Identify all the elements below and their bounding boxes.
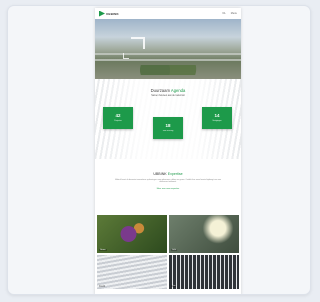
- stats-title-plain: Duurzaam: [150, 88, 170, 93]
- site-header: UBBINK NL Menu: [95, 8, 241, 19]
- hero-rail: [95, 53, 241, 55]
- stat-value: 14: [214, 113, 220, 118]
- website-preview[interactable]: UBBINK NL Menu Duurzaam Agenda Samen bou…: [95, 8, 241, 294]
- stat-value: 42: [115, 113, 121, 118]
- stats-section: Duurzaam Agenda Samen bouwen aan de toek…: [95, 79, 241, 159]
- stat-card: 14 Vestigingen: [202, 107, 232, 129]
- hero-rail: [95, 59, 241, 61]
- expertise-link[interactable]: Meer over onze expertise: [95, 188, 241, 190]
- stat-label: Vestigingen: [212, 120, 222, 122]
- site-nav: NL Menu: [223, 12, 237, 15]
- stats-title-accent: Agenda: [170, 88, 186, 93]
- stat-card: 18 Jaar ervaring: [153, 117, 183, 139]
- nav-menu[interactable]: Menu: [231, 12, 237, 15]
- tile-caption: Groen: [99, 249, 107, 251]
- tile-caption: Licht: [171, 249, 178, 251]
- expertise-title-accent: Expertise: [167, 172, 183, 176]
- stat-label: Projecten: [114, 120, 122, 122]
- logo-icon: [99, 10, 105, 17]
- stat-label: Jaar ervaring: [162, 130, 174, 132]
- hero-logo-mark: [131, 37, 145, 49]
- tile-caption: Zon: [171, 285, 177, 287]
- expertise-title: UBBINK Expertise: [95, 159, 241, 176]
- hero-image: [95, 19, 241, 79]
- expertise-section: UBBINK Expertise Ubbink levert al decenn…: [95, 159, 241, 215]
- expertise-body: Ubbink levert al decennia innovatieve op…: [114, 179, 222, 184]
- stat-value: 18: [165, 123, 171, 128]
- expertise-title-plain: UBBINK: [153, 172, 167, 176]
- hero-logo-corner: [123, 53, 129, 59]
- stats-title: Duurzaam Agenda: [95, 88, 241, 93]
- nav-language[interactable]: NL: [223, 12, 226, 15]
- tile-garden[interactable]: Groen: [97, 215, 167, 253]
- preview-card: UBBINK NL Menu Duurzaam Agenda Samen bou…: [7, 5, 311, 295]
- stat-card: 42 Projecten: [103, 107, 133, 129]
- site-logo[interactable]: UBBINK: [99, 10, 119, 17]
- stats-subtitle: Samen bouwen aan de toekomst: [151, 95, 185, 97]
- tile-grid-lower: Dak Zon: [95, 253, 241, 289]
- hero-trees: [137, 65, 197, 75]
- tile-grid: Groen Licht: [95, 215, 241, 253]
- tile-solar[interactable]: Zon: [169, 255, 239, 289]
- logo-text: UBBINK: [106, 11, 119, 16]
- tile-caption: Dak: [99, 285, 105, 287]
- tile-light[interactable]: Licht: [169, 215, 239, 253]
- tile-roof[interactable]: Dak: [97, 255, 167, 289]
